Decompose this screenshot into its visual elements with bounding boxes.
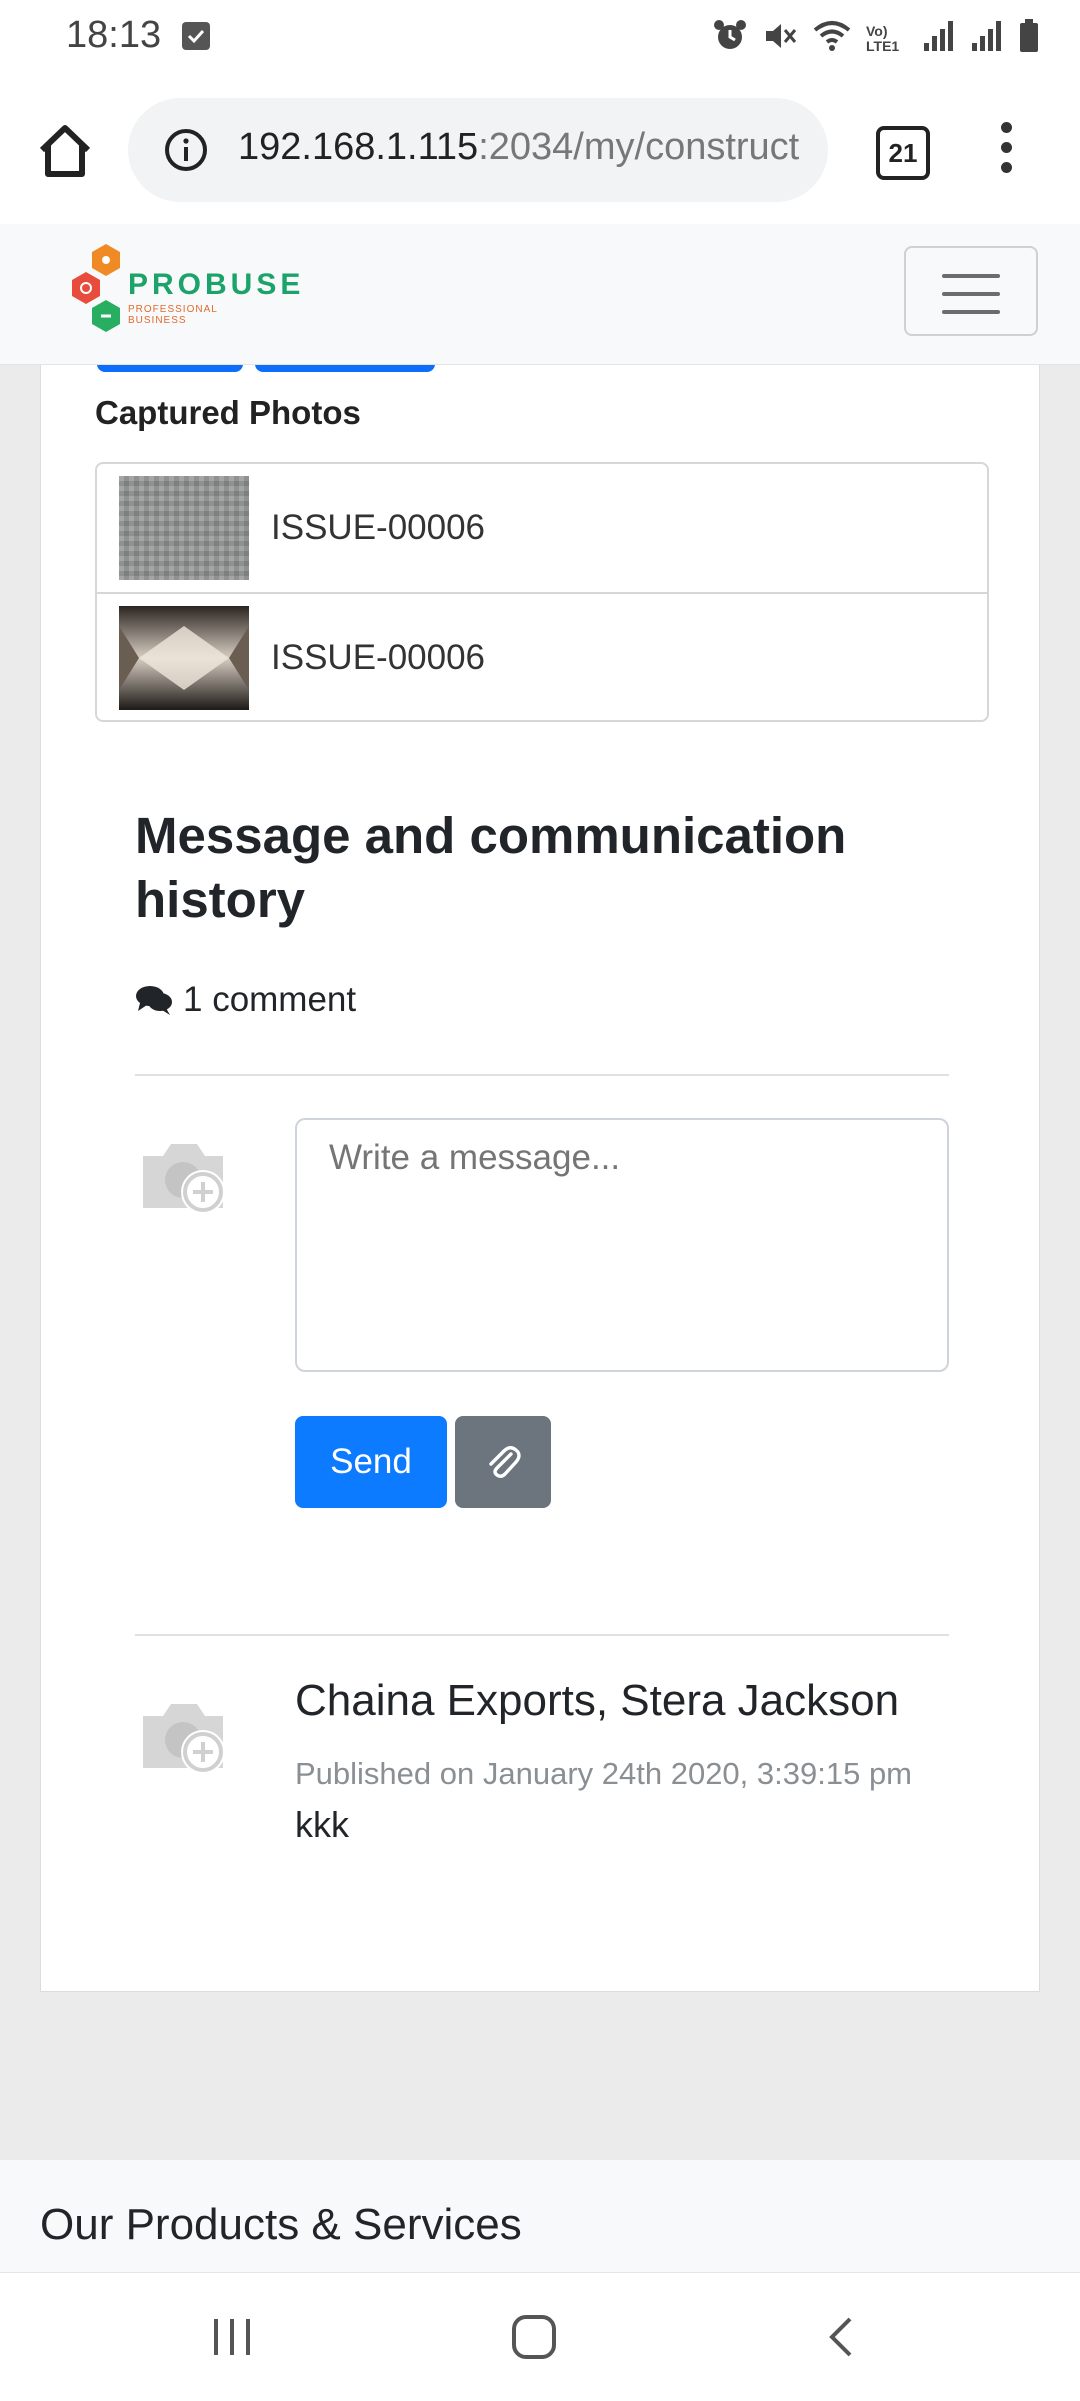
captured-photos-label: Captured Photos xyxy=(95,394,361,431)
status-bar: 18:13 Vo) LTE1 xyxy=(0,0,1080,78)
tab-switcher-button[interactable]: 21 xyxy=(876,126,930,180)
alarm-icon xyxy=(712,18,748,59)
divider xyxy=(135,1074,949,1076)
partial-button[interactable] xyxy=(97,364,243,372)
message-input[interactable] xyxy=(295,1118,949,1372)
battery-icon xyxy=(1018,18,1040,59)
photo-name: ISSUE-00006 xyxy=(271,638,486,677)
photo-list-item[interactable]: ISSUE-00006 xyxy=(97,464,987,592)
browser-toolbar: 192.168.1.115:2034/my/construct 21 xyxy=(0,78,1080,225)
partial-button[interactable] xyxy=(255,364,435,372)
logo-text: PROBUSE xyxy=(128,268,305,301)
camera-avatar-icon xyxy=(143,1704,225,1774)
comment-date: Published on January 24th 2020, 3:39:15 … xyxy=(295,1756,913,1791)
home-nav-icon[interactable] xyxy=(512,2315,556,2359)
url-path: :2034/my/construct xyxy=(478,126,800,168)
comment-author: Chaina Exports, Stera Jackson xyxy=(295,1676,900,1725)
comment-count: 1 comment xyxy=(135,980,356,1020)
photo-thumbnail[interactable] xyxy=(119,606,249,710)
photo-list-item[interactable]: ISSUE-00006 xyxy=(97,592,987,720)
signal-icon xyxy=(970,19,1004,58)
send-button[interactable]: Send xyxy=(295,1416,447,1508)
url-host: 192.168.1.115 xyxy=(238,126,479,168)
divider xyxy=(135,1634,949,1636)
issue-card: Captured Photos ISSUE-00006 ISSUE-00006 … xyxy=(40,364,1040,1992)
attach-file-button[interactable] xyxy=(455,1416,551,1508)
logo-tagline: PROFESSIONAL BUSINESS xyxy=(128,304,218,326)
more-options-icon[interactable] xyxy=(994,122,1018,182)
url-bar[interactable]: 192.168.1.115:2034/my/construct xyxy=(128,98,828,202)
message-history-title: Message and communication history xyxy=(135,807,847,928)
mute-icon xyxy=(762,18,798,59)
comments-icon xyxy=(136,986,172,1015)
url-text[interactable]: 192.168.1.115:2034/my/construct xyxy=(238,126,799,169)
check-notification-icon xyxy=(182,22,210,50)
captured-photos-list: ISSUE-00006 ISSUE-00006 xyxy=(95,462,989,722)
status-icons: Vo) LTE1 xyxy=(712,18,1040,59)
comment-count-text: 1 comment xyxy=(183,980,357,1019)
probuse-logo[interactable]: PROBUSE PROFESSIONAL BUSINESS xyxy=(70,242,300,346)
photo-name: ISSUE-00006 xyxy=(271,508,486,547)
comment-body: kkk xyxy=(295,1804,349,1845)
footer-title: Our Products & Services xyxy=(40,2200,522,2249)
paperclip-icon xyxy=(489,1446,521,1478)
info-icon[interactable] xyxy=(164,128,208,172)
system-navigation-bar xyxy=(0,2272,1080,2401)
back-icon[interactable] xyxy=(822,2317,862,2357)
status-time: 18:13 xyxy=(66,14,162,56)
photo-thumbnail[interactable] xyxy=(119,476,249,580)
footer: Our Products & Services xyxy=(0,2160,1080,2272)
recent-apps-icon[interactable] xyxy=(212,2317,252,2357)
camera-avatar-icon xyxy=(143,1144,225,1214)
site-navbar: PROBUSE PROFESSIONAL BUSINESS xyxy=(0,224,1080,364)
menu-toggle-button[interactable] xyxy=(904,246,1038,336)
volte-icon: Vo) LTE1 xyxy=(866,22,900,54)
home-icon[interactable] xyxy=(34,120,96,182)
wifi-icon xyxy=(812,18,852,59)
signal-icon xyxy=(922,19,956,58)
